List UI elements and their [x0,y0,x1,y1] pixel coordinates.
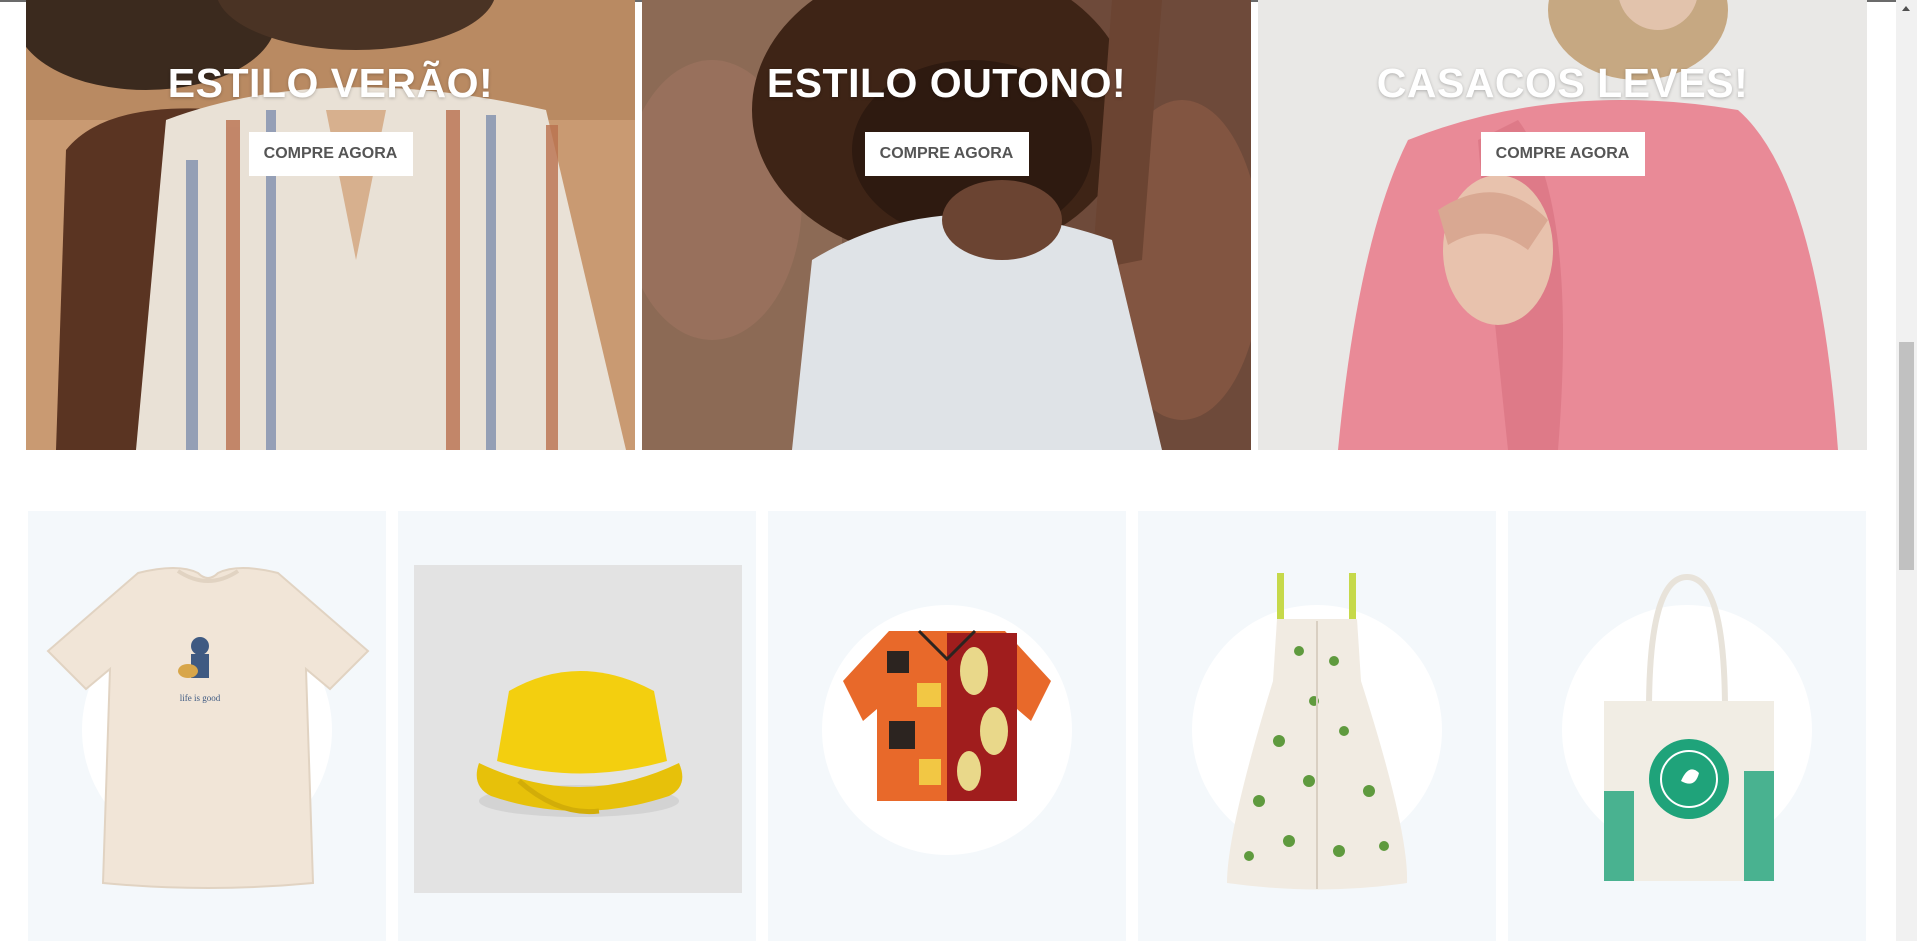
banner-light-coats[interactable]: CASACOS LEVES! COMPRE AGORA [1258,0,1867,450]
banner-title: ESTILO VERÃO! [167,60,494,106]
banner-title: ESTILO OUTONO! [766,60,1127,106]
shop-now-button[interactable]: COMPRE AGORA [248,132,413,176]
banner-title: CASACOS LEVES! [1376,60,1749,106]
tote-bag-image [1604,573,1774,881]
scrollbar-thumb[interactable] [1899,342,1914,570]
product-card[interactable] [1138,511,1496,941]
shop-now-button[interactable]: COMPRE AGORA [864,132,1029,176]
product-grid: life is good [28,511,1866,941]
svg-text:life is good: life is good [180,693,221,703]
floral-dress-image [1227,573,1408,890]
product-card[interactable] [768,511,1126,941]
shop-now-button[interactable]: COMPRE AGORA [1480,132,1645,176]
printed-shirt-image [843,629,1051,801]
bucket-hat-image [414,565,742,893]
tshirt-image: life is good [46,567,370,889]
scroll-up-arrow-icon[interactable] [1896,0,1917,17]
product-card[interactable] [398,511,756,941]
product-card[interactable]: life is good [28,511,386,941]
product-card[interactable] [1508,511,1866,941]
banner-summer[interactable]: ESTILO VERÃO! COMPRE AGORA [26,0,635,450]
banner-autumn[interactable]: ESTILO OUTONO! COMPRE AGORA [642,0,1251,450]
promo-banners: ESTILO VERÃO! COMPRE AGORA ESTILO OUTONO… [26,0,1867,450]
